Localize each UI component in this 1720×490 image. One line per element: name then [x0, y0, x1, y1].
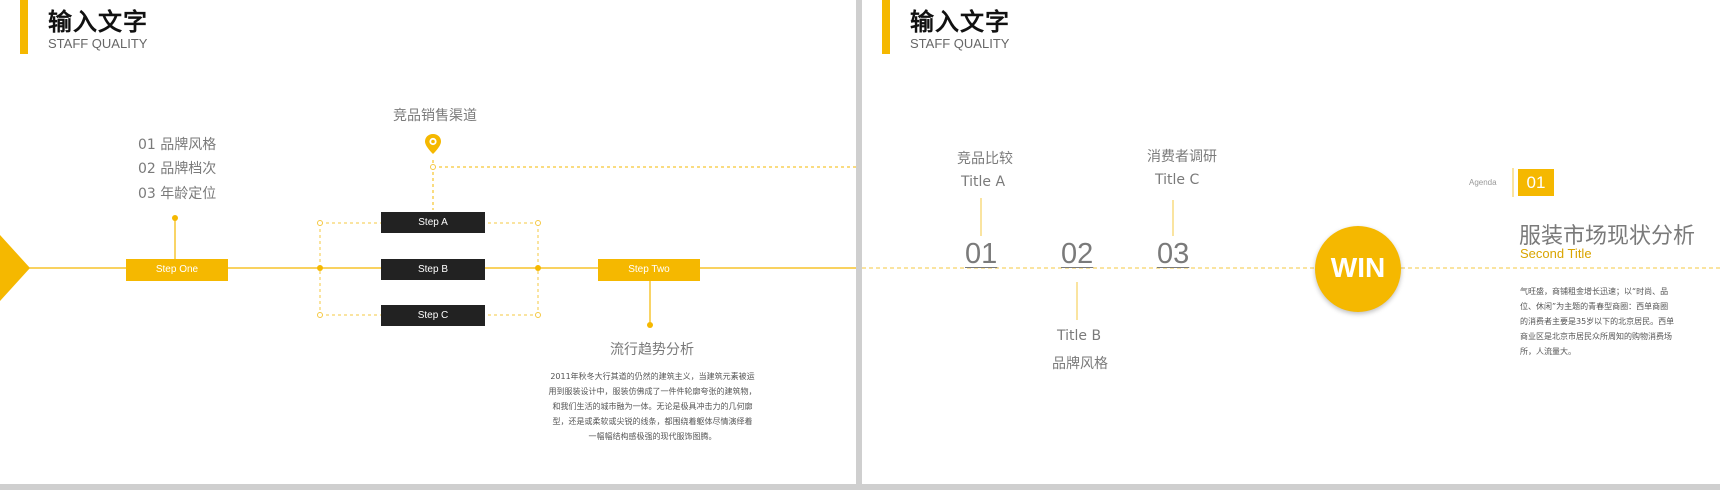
milestone-label: 竞品比较: [957, 151, 1013, 167]
milestone-number: 03: [1157, 238, 1190, 270]
step-a-box: Step A: [381, 212, 485, 233]
bracket-node: [535, 265, 541, 271]
milestone-sublabel: 品牌风格: [1052, 356, 1108, 372]
milestone-sublabel: Title C: [1155, 172, 1200, 188]
bracket-node: [535, 312, 541, 318]
channel-title: 竞品销售渠道: [393, 108, 477, 124]
bracket-node: [317, 265, 323, 271]
list-item: 03 年龄定位: [138, 186, 217, 202]
step-one-box: Step One: [126, 259, 228, 281]
channel-node: [430, 164, 436, 170]
trend-paragraph: 2011年秋冬大行其道的仍然的建筑主义，当建筑元素被运 用到服装设计中，服装仿佛…: [548, 372, 757, 441]
arrow-icon: [0, 235, 30, 301]
bracket-node: [317, 220, 323, 226]
step-c-box: Step C: [381, 305, 485, 326]
win-label: WIN: [1330, 252, 1386, 283]
step-two-box: Step Two: [598, 259, 700, 281]
location-pin-icon: [425, 134, 441, 154]
right-slide: 输入文字 STAFF QUALITY 竞品比较 Title A 01 02 Ti…: [862, 0, 1720, 484]
bracket-node: [317, 312, 323, 318]
milestone-label: Title B: [1057, 328, 1102, 344]
step-b-box: Step B: [381, 259, 485, 280]
milestone-sublabel: Title A: [961, 174, 1006, 190]
agenda-number-badge: 01: [1518, 169, 1554, 196]
section-subtitle: Second Title: [1520, 246, 1592, 261]
agenda-label: Agenda: [1469, 178, 1497, 187]
win-circle: WIN: [1315, 226, 1401, 312]
milestone-label: 消费者调研: [1147, 149, 1217, 165]
milestone-number: 02: [1061, 238, 1094, 270]
list-item: 01 品牌风格: [138, 137, 217, 153]
left-slide: 输入文字 STAFF QUALITY 01 品牌风格 02 品牌档次 03 年龄…: [0, 0, 856, 484]
milestone-number: 01: [965, 238, 998, 270]
list-item: 02 品牌档次: [138, 161, 217, 177]
step-two-dot: [647, 322, 653, 328]
section-description: 气旺盛，商铺租金增长迅速；以“时尚、品 位、休闲”为主题的青春型商圈：西单商圈 …: [1520, 287, 1675, 356]
step-one-dot: [172, 215, 178, 221]
bracket-node: [535, 220, 541, 226]
trend-title: 流行趋势分析: [610, 342, 694, 358]
